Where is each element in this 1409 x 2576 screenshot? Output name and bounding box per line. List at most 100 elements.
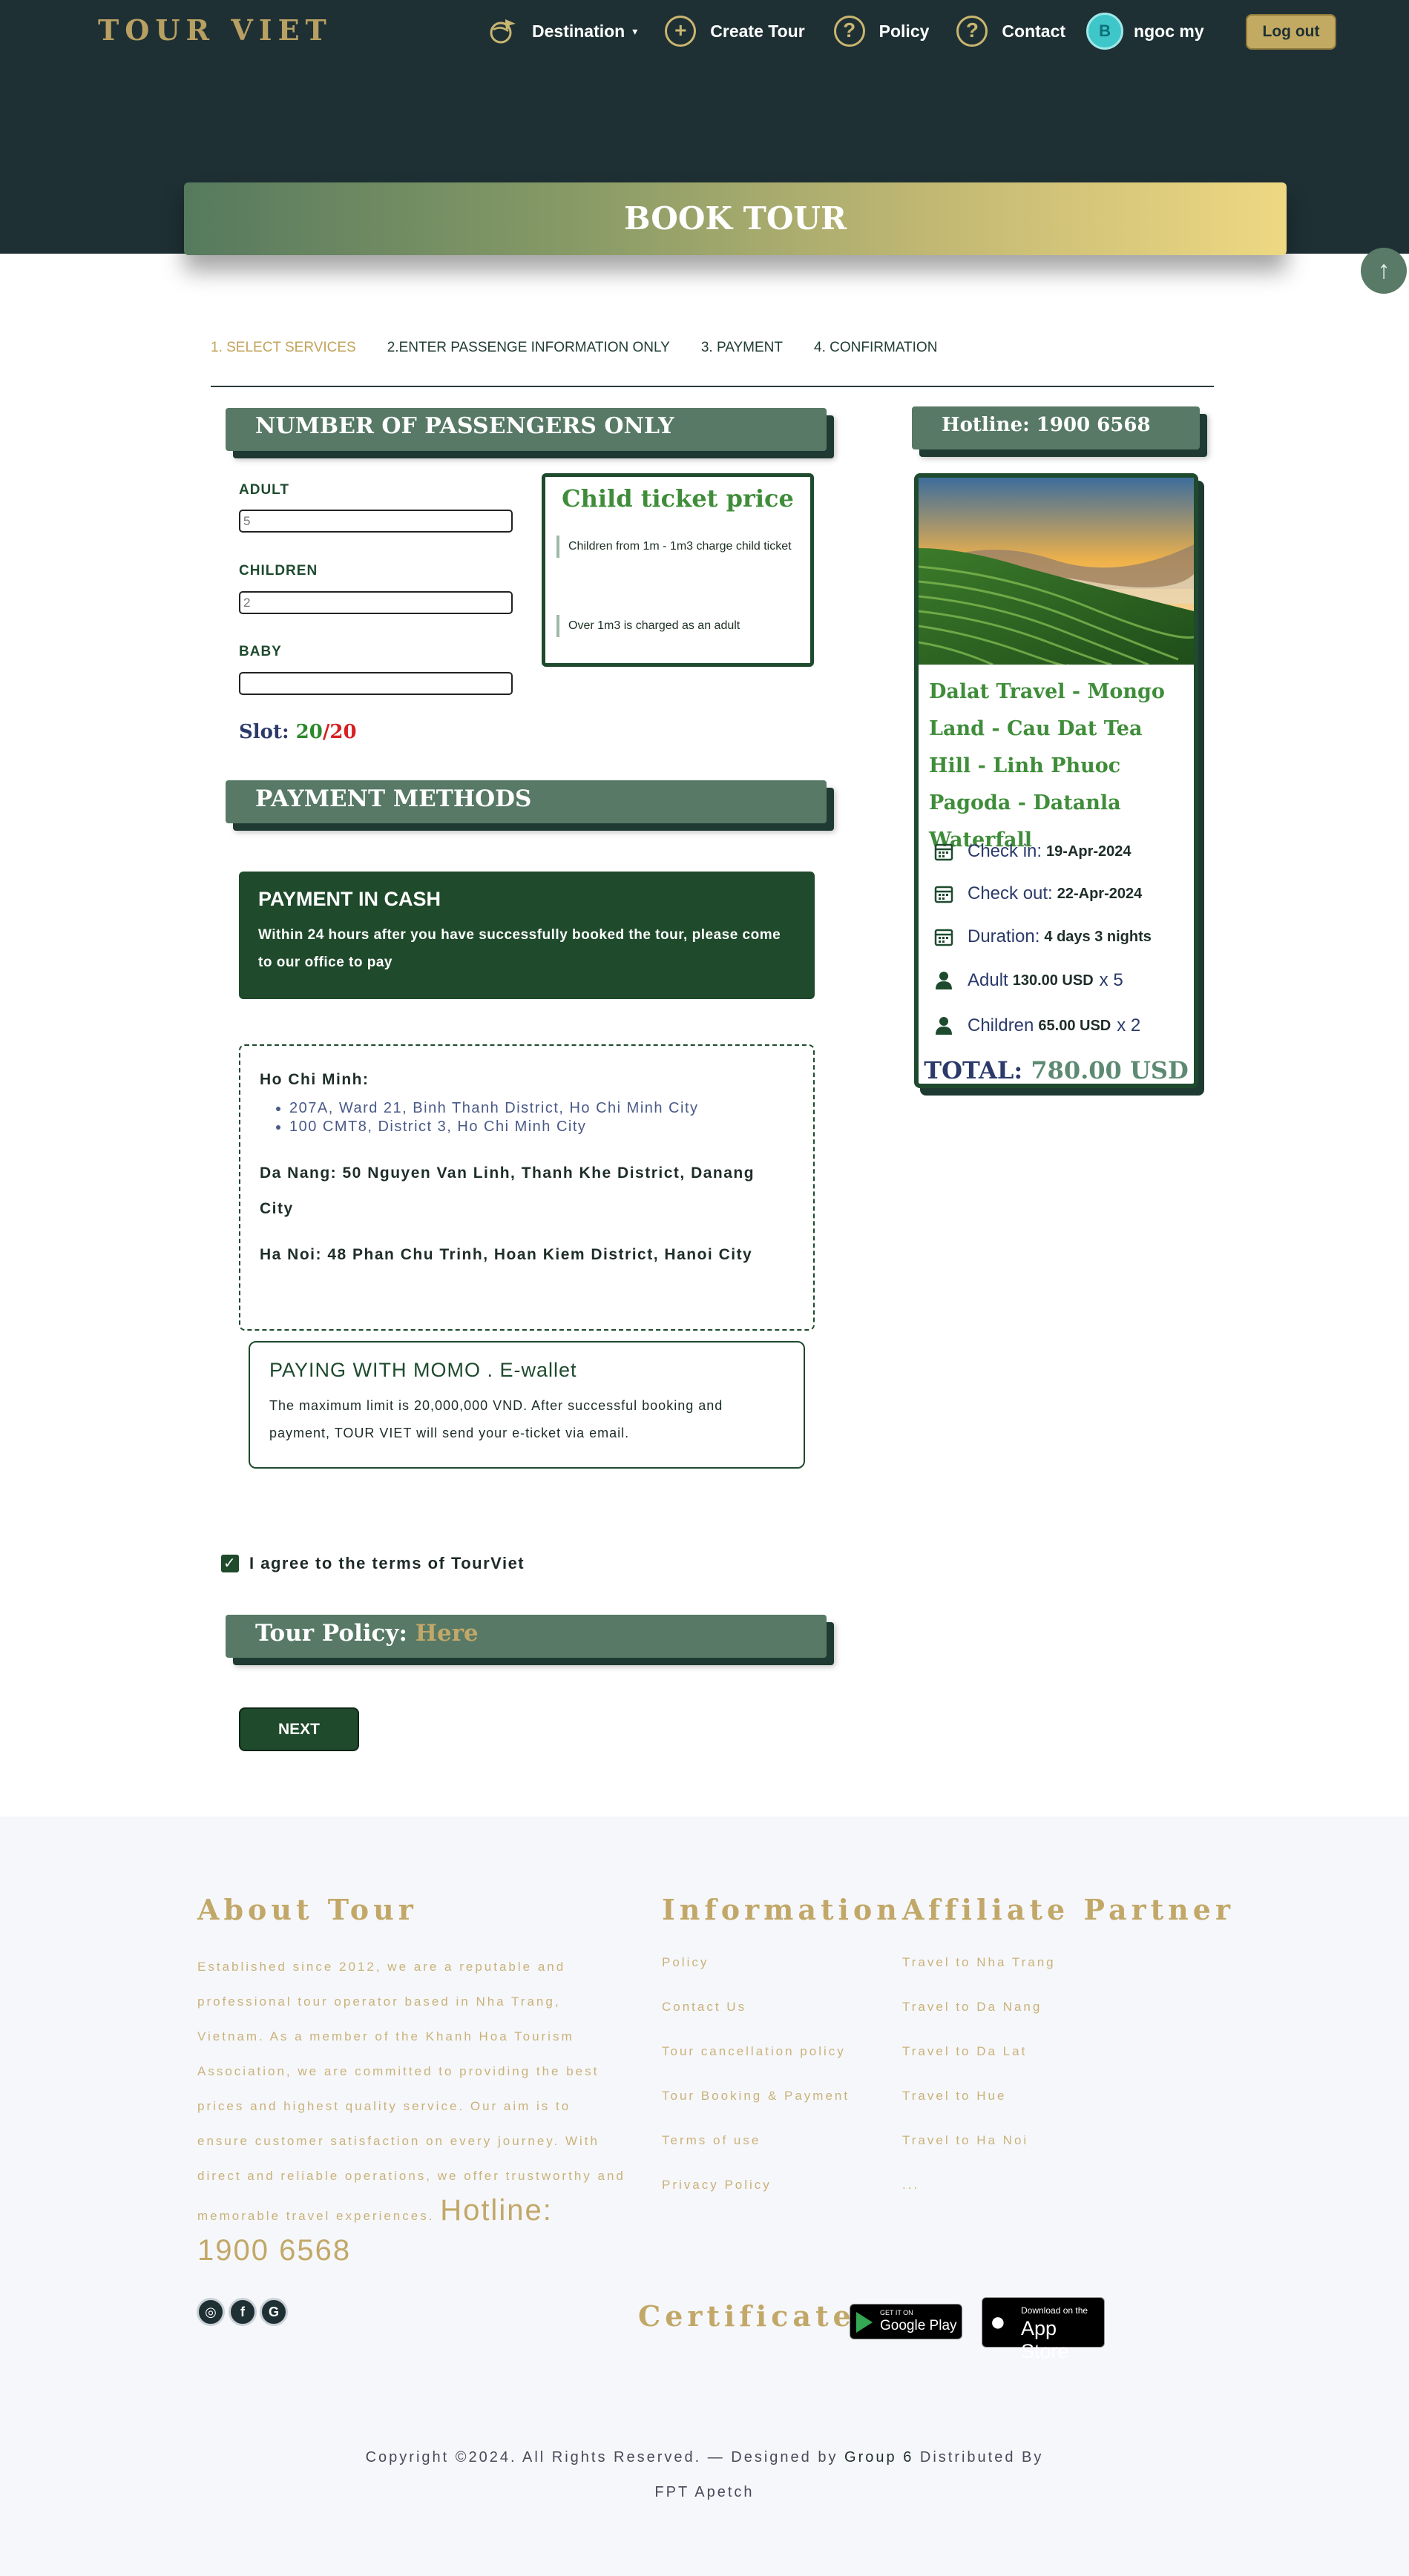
children-price-label: Children <box>968 1015 1034 1035</box>
total-label: TOTAL: <box>924 1056 1023 1084</box>
footer-link-policy[interactable]: Policy <box>662 1955 709 1970</box>
children-label: CHILDREN <box>239 563 318 579</box>
question-circle-icon: ? <box>956 15 988 47</box>
nav-contact[interactable]: ? Contact <box>956 15 1065 47</box>
user-name: ngoc my <box>1134 21 1204 41</box>
step-select-services[interactable]: 1. SELECT SERVICES <box>211 340 356 356</box>
app-store-text: App Store <box>1021 2317 1069 2362</box>
facebook-icon[interactable]: f <box>229 2298 257 2326</box>
terms-label: I agree to the terms of TourViet <box>249 1554 525 1572</box>
chevron-down-icon: ▾ <box>632 24 638 37</box>
tour-summary-card: Dalat Travel - Mongo Land - Cau Dat Tea … <box>914 473 1198 1088</box>
nav-create-tour[interactable]: + Create Tour <box>664 15 805 47</box>
booking-steps: 1. SELECT SERVICES 2.ENTER PASSENGE INFO… <box>211 340 968 356</box>
hotline-text: Hotline: 1900 6568 <box>942 414 1151 436</box>
step-passenger-info[interactable]: 2.ENTER PASSENGE INFORMATION ONLY <box>387 340 670 356</box>
app-store-small-text: Download on the <box>1021 2305 1088 2316</box>
person-icon <box>936 972 952 989</box>
next-button[interactable]: NEXT <box>239 1707 359 1751</box>
child-ticket-box: Child ticket price Children from 1m - 1m… <box>542 473 814 667</box>
google-icon[interactable]: G <box>260 2298 288 2326</box>
cash-title: PAYMENT IN CASH <box>258 888 441 910</box>
logout-button[interactable]: Log out <box>1246 14 1336 50</box>
footer-link-hue[interactable]: Travel to Hue <box>902 2089 1006 2104</box>
copyright-suffix: Distributed By <box>919 2449 1044 2465</box>
footer-link-nha-trang[interactable]: Travel to Nha Trang <box>902 1955 1056 1970</box>
payment-momo-option[interactable]: PAYING WITH MOMO . E-wallet The maximum … <box>249 1341 805 1469</box>
footer-link-da-lat[interactable]: Travel to Da Lat <box>902 2044 1027 2059</box>
payment-cash-option[interactable]: PAYMENT IN CASH Within 24 hours after yo… <box>239 872 815 999</box>
baby-input[interactable] <box>239 672 513 695</box>
page: TOUR VIET Destination ▾ + Create Tour ? … <box>0 0 1409 2576</box>
logo[interactable]: TOUR VIET <box>98 13 332 47</box>
step-payment[interactable]: 3. PAYMENT <box>701 340 783 356</box>
app-store-badge[interactable]: ● Download on the App Store <box>982 2297 1105 2362</box>
hanoi-address: Ha Noi: 48 Phan Chu Trinh, Hoan Kiem Dis… <box>260 1246 753 1263</box>
footer-link-more[interactable]: ... <box>902 2178 919 2193</box>
baby-label: BABY <box>239 644 282 659</box>
total-price: TOTAL: 780.00 USD <box>919 1056 1194 1084</box>
slot-label: Slot: <box>239 721 289 743</box>
plus-circle-icon: + <box>664 15 697 47</box>
step-confirmation[interactable]: 4. CONFIRMATION <box>814 340 937 356</box>
footer-link-ha-noi[interactable]: Travel to Ha Noi <box>902 2133 1028 2148</box>
adult-quantity: x 5 <box>1099 970 1123 990</box>
footer-link-booking-payment[interactable]: Tour Booking & Payment <box>662 2089 850 2104</box>
nav-policy-label: Policy <box>878 21 930 41</box>
copyright: Copyright ©2024. All Rights Reserved. — … <box>0 2449 1409 2466</box>
duration-label: Duration: <box>968 926 1040 946</box>
instagram-icon[interactable]: ◎ <box>197 2298 225 2326</box>
danang-address: Da Nang: 50 Nguyen Van Linh, Thanh Khe D… <box>260 1165 755 1217</box>
hcm-label: Ho Chi Minh: <box>260 1071 370 1088</box>
apple-icon: ● <box>990 2306 1006 2336</box>
calendar-icon <box>934 843 953 861</box>
momo-title: PAYING WITH MOMO . E-wallet <box>269 1359 577 1381</box>
slot-used: 20 <box>295 721 323 743</box>
page-title: BOOK TOUR <box>184 182 1287 255</box>
nav-policy[interactable]: ? Policy <box>833 15 930 47</box>
footer-link-terms[interactable]: Terms of use <box>662 2133 761 2148</box>
nav-create-tour-label: Create Tour <box>710 21 805 41</box>
terms-checkbox[interactable]: ✓ <box>221 1555 239 1572</box>
children-quantity: x 2 <box>1117 1015 1141 1035</box>
copyright-group[interactable]: Group 6 <box>844 2449 913 2465</box>
checkout-date: 22-Apr-2024 <box>1057 885 1143 902</box>
payment-section-title: PAYMENT METHODS <box>255 785 532 812</box>
adult-label: ADULT <box>239 482 289 498</box>
tour-policy-header: Tour Policy: Here <box>226 1615 827 1658</box>
passengers-section-title: NUMBER OF PASSENGERS ONLY <box>255 413 674 439</box>
tour-policy-link[interactable]: Here <box>416 1620 479 1647</box>
google-play-badge[interactable]: GET IT ON Google Play <box>850 2304 962 2339</box>
footer-hotline[interactable]: Hotline: 1900 6568 <box>197 2194 553 2267</box>
terms-agreement[interactable]: ✓ I agree to the terms of TourViet <box>221 1554 525 1573</box>
scroll-to-top-button[interactable]: ↑ <box>1361 248 1407 294</box>
footer-link-privacy[interactable]: Privacy Policy <box>662 2178 772 2193</box>
footer-link-da-nang[interactable]: Travel to Da Nang <box>902 2000 1042 2015</box>
child-ticket-title: Child ticket price <box>562 484 794 513</box>
adult-input[interactable] <box>239 510 513 533</box>
checkin-label: Check in: <box>968 841 1042 861</box>
footer-link-contact[interactable]: Contact Us <box>662 2000 746 2015</box>
tour-policy-label: Tour Policy: <box>255 1620 407 1647</box>
calendar-icon <box>934 929 953 946</box>
children-input[interactable] <box>239 591 513 614</box>
user-menu[interactable]: B ngoc my <box>1086 13 1204 50</box>
google-play-text: Google Play <box>880 2318 957 2333</box>
steps-divider <box>211 386 1214 387</box>
calendar-icon <box>934 886 953 903</box>
checkout-row: Check out: 22-Apr-2024 <box>933 883 1142 904</box>
adult-price-row: Adult 130.00 USD x 5 <box>933 970 1123 991</box>
footer-partner-title: Affiliate Partner <box>902 1893 1235 1926</box>
passengers-section-header: NUMBER OF PASSENGERS ONLY <box>226 408 827 451</box>
nav-destination[interactable]: Destination ▾ <box>486 15 637 47</box>
globe-plane-icon <box>486 15 519 47</box>
checkout-label: Check out: <box>968 883 1053 903</box>
footer-link-cancellation[interactable]: Tour cancellation policy <box>662 2044 846 2059</box>
google-play-icon <box>856 2312 873 2333</box>
hcm-address-list: 207A, Ward 21, Binh Thanh District, Ho C… <box>289 1099 794 1136</box>
children-price-row: Children 65.00 USD x 2 <box>933 1015 1140 1036</box>
avatar: B <box>1086 13 1124 50</box>
payment-section-header: PAYMENT METHODS <box>226 780 827 823</box>
nav-destination-label: Destination <box>532 21 625 41</box>
tour-name[interactable]: Dalat Travel - Mongo Land - Cau Dat Tea … <box>929 673 1189 859</box>
